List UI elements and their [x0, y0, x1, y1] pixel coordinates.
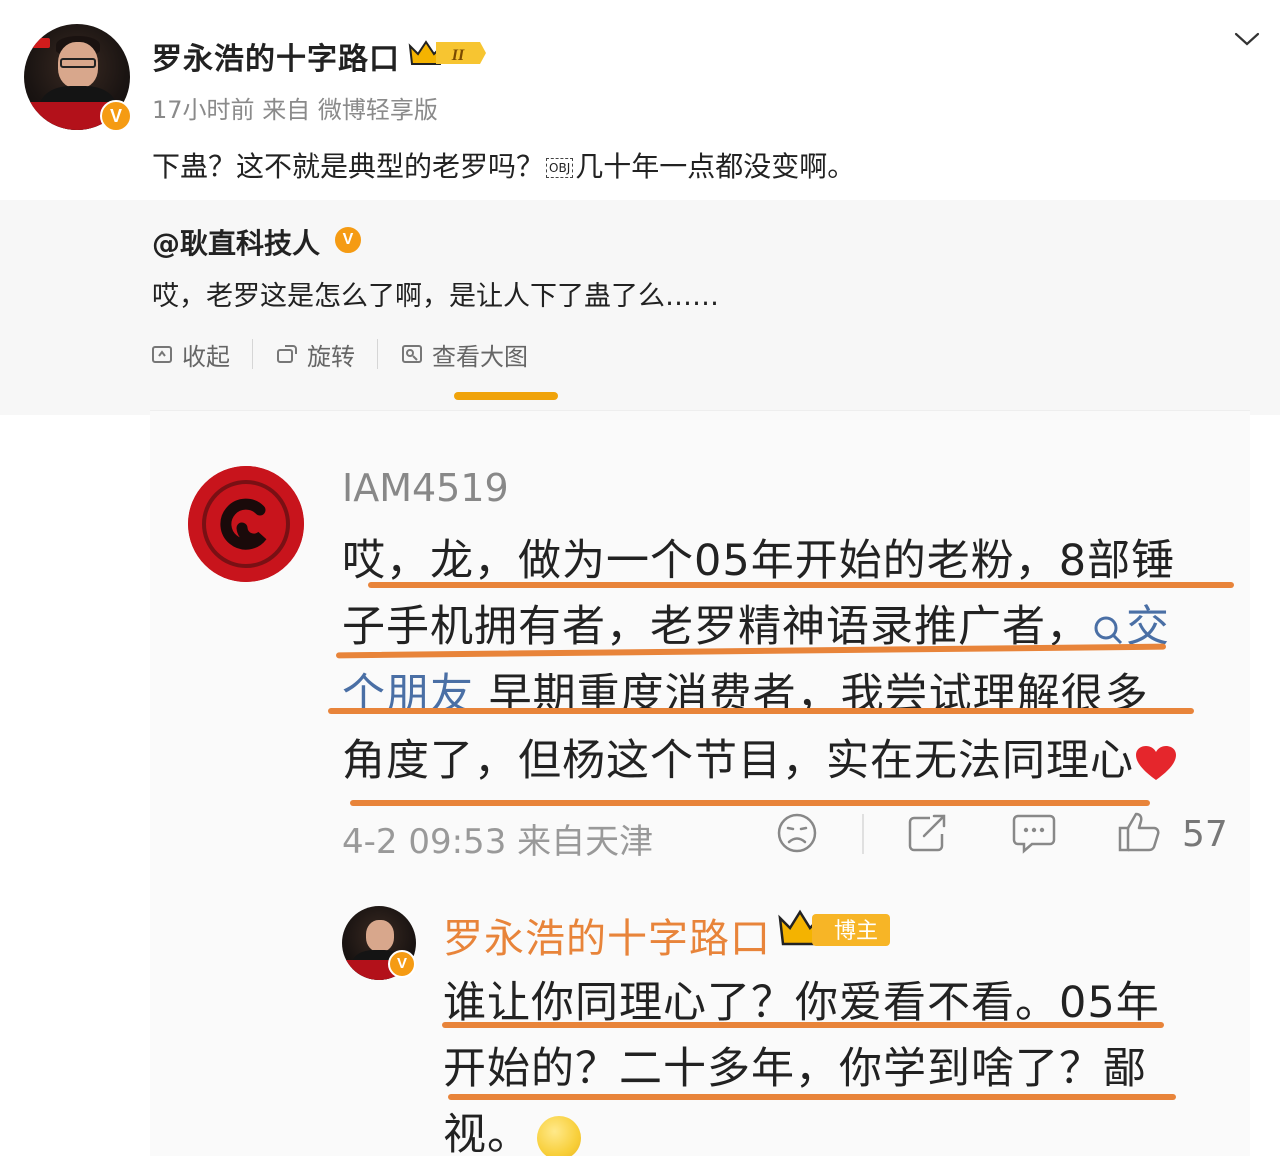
reply-verified-badge-icon: V: [388, 950, 416, 978]
blogger-badge-text: 博主: [834, 919, 878, 944]
highlight-underline: [328, 708, 1194, 714]
blogger-crown-badge-icon: 博主: [778, 909, 890, 946]
highlight-underline: [368, 582, 1234, 588]
swirl-logo-icon: [188, 466, 304, 582]
dislike-face-icon[interactable]: [776, 812, 818, 854]
post-time: 17小时前: [152, 96, 255, 124]
avatar-glasses: [60, 58, 96, 68]
comment-location: 来自天津: [517, 822, 654, 862]
comment-time: 4-2 09:53: [342, 822, 507, 862]
toolbar-divider: [377, 339, 378, 369]
image-toolbar: 收起 旋转 查看大图: [150, 336, 528, 372]
rotate-icon: [277, 345, 297, 363]
thumbs-up-icon[interactable]: [1116, 810, 1162, 854]
view-large-label: 查看大图: [432, 342, 528, 371]
view-large-button[interactable]: 查看大图: [400, 336, 528, 372]
share-icon[interactable]: [906, 812, 950, 854]
tab-indicator: [454, 392, 558, 400]
highlight-underline: [350, 800, 1150, 806]
doge-emoji-icon: [537, 1115, 581, 1156]
rotate-button[interactable]: 旋转: [275, 336, 355, 372]
reply-line-1: 谁让你同理心了？你爱看不看。05年: [443, 978, 1160, 1028]
action-divider: [862, 814, 864, 854]
avatar-face: [366, 920, 394, 952]
rotate-label: 旋转: [307, 342, 355, 371]
post-text-before: 下蛊？这不就是典型的老罗吗？: [152, 150, 545, 183]
post-meta: 17小时前 来自 微博轻享版: [152, 90, 438, 125]
highlight-underline: [442, 1022, 1164, 1028]
search-icon: [1094, 616, 1123, 644]
comment-line-2-text: 子手机拥有者，老罗精神语录推广者，: [342, 602, 1090, 652]
repost-block: @耿直科技人 V 哎，老罗这是怎么了啊，是让人下了蛊了么…… 收起 旋转 查看大…: [0, 200, 1280, 415]
comment-bubble-icon[interactable]: [1012, 812, 1056, 854]
post-source: 来自 微博轻享版: [262, 96, 438, 124]
collapse-button[interactable]: 收起: [150, 336, 230, 372]
reply-author-name[interactable]: 罗永浩的十字路口: [443, 906, 771, 964]
post-text: 下蛊？这不就是典型的老罗吗？ OBJ 几十年一点都没变啊。: [152, 145, 855, 185]
chevron-down-icon[interactable]: [1232, 28, 1262, 50]
collapse-label: 收起: [182, 342, 230, 371]
commenter-username[interactable]: IAM4519: [342, 466, 509, 510]
heart-icon: [1136, 745, 1176, 780]
vip-level-text: II: [451, 47, 465, 64]
reply-line-2: 开始的？二十多年，你学到啥了？鄙: [443, 1044, 1147, 1094]
post-text-after: 几十年一点都没变啊。: [575, 150, 856, 183]
obj-placeholder-glyph: OBJ: [546, 158, 574, 178]
reply-line-3: 视。: [443, 1100, 581, 1156]
toolbar-divider: [252, 339, 253, 369]
comment-line-4-text: 角度了，但杨这个节目，实在无法同理心: [342, 736, 1134, 786]
repost-text: 哎，老罗这是怎么了啊，是让人下了蛊了么……: [152, 281, 719, 312]
comment-line-1: 哎，龙，做为一个05年开始的老粉，8部锤: [342, 536, 1176, 586]
post-author-name[interactable]: 罗永浩的十字路口: [152, 34, 400, 78]
vip-crown-badge-icon[interactable]: II: [406, 38, 486, 68]
repost-author[interactable]: @耿直科技人: [152, 222, 320, 262]
collapse-icon: [152, 346, 172, 363]
comment-meta: 4-2 09:53 来自天津: [342, 814, 653, 863]
like-count: 57: [1182, 814, 1228, 855]
verified-badge-icon: V: [100, 100, 132, 132]
comment-line-4: 角度了，但杨这个节目，实在无法同理心: [342, 726, 1178, 788]
reply-line-3-text: 视。: [443, 1110, 531, 1156]
channel-logo: [32, 38, 50, 48]
commenter-avatar[interactable]: [188, 466, 304, 582]
view-large-icon: [402, 345, 422, 363]
repost-verified-badge-icon: V: [333, 225, 363, 255]
